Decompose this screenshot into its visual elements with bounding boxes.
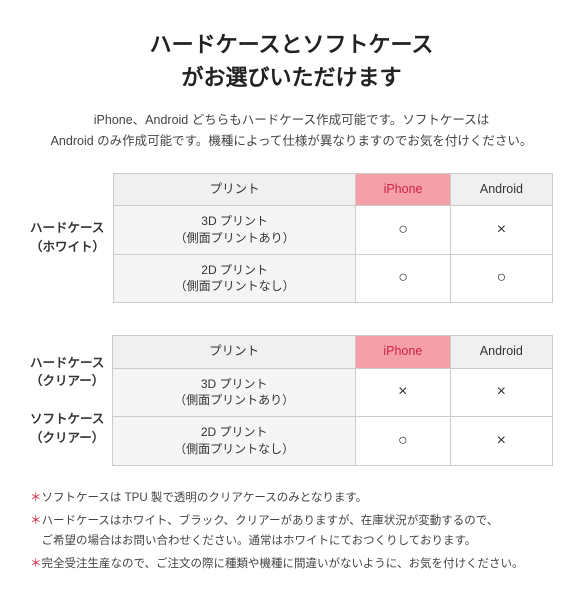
android-val-4: × — [450, 417, 552, 466]
note-3: ＊完全受注生産なので、ご注文の際に種類や機種に間違いがないように、お気を付けくだ… — [30, 554, 553, 575]
table-section-2: ハードケース（クリアー）ソフトケース（クリアー） プリント iPhone And… — [30, 335, 553, 466]
row-header-label-1: ハードケース（ホワイト） — [30, 219, 105, 257]
row-header-1: ハードケース（ホワイト） — [30, 173, 113, 304]
print-type-4: 2D プリント（側面プリントなし） — [113, 417, 356, 466]
android-val-1: × — [450, 206, 552, 255]
col-header-print-2: プリント — [113, 336, 356, 369]
title-line2: がお選びいただけます — [181, 65, 401, 90]
table-row: 3D プリント（側面プリントあり） × × — [113, 368, 553, 417]
android-val-2: ○ — [450, 254, 552, 303]
iphone-val-2: ○ — [356, 254, 451, 303]
iphone-val-3: × — [355, 368, 450, 417]
col-header-print-1: プリント — [114, 173, 356, 206]
print-type-1: 3D プリント（側面プリントあり） — [114, 206, 356, 255]
table-1: プリント iPhone Android 3D プリント（側面プリントあり） ○ … — [113, 173, 553, 304]
col-header-iphone-1: iPhone — [356, 173, 451, 206]
table-row: 2D プリント（側面プリントなし） ○ ○ — [114, 254, 553, 303]
page-title: ハードケースとソフトケース がお選びいただけます — [30, 28, 553, 94]
table-wrapper-2: ハードケース（クリアー）ソフトケース（クリアー） プリント iPhone And… — [30, 335, 553, 466]
note-1: ＊ソフトケースは TPU 製で透明のクリアケースのみとなります。 — [30, 488, 553, 509]
iphone-val-4: ○ — [355, 417, 450, 466]
col-header-iphone-2: iPhone — [355, 336, 450, 369]
print-type-3: 3D プリント（側面プリントあり） — [113, 368, 356, 417]
title-line1: ハードケースとソフトケース — [150, 32, 434, 57]
table-2: プリント iPhone Android 3D プリント（側面プリントあり） × … — [112, 335, 553, 466]
iphone-val-1: ○ — [356, 206, 451, 255]
main-container: ハードケースとソフトケース がお選びいただけます iPhone、Android … — [0, 0, 583, 601]
col-header-android-2: Android — [450, 336, 552, 369]
table-wrapper-1: ハードケース（ホワイト） プリント iPhone Android 3D プリント… — [30, 173, 553, 304]
table-row: 2D プリント（側面プリントなし） ○ × — [113, 417, 553, 466]
table-row: 3D プリント（側面プリントあり） ○ × — [114, 206, 553, 255]
description-text: iPhone、Android どちらもハードケース作成可能です。ソフトケースはA… — [30, 110, 553, 153]
col-header-android-1: Android — [450, 173, 552, 206]
notes-section: ＊ソフトケースは TPU 製で透明のクリアケースのみとなります。 ＊ハードケース… — [30, 488, 553, 575]
table-section-1: ハードケース（ホワイト） プリント iPhone Android 3D プリント… — [30, 173, 553, 304]
row-header-label-2: ハードケース（クリアー）ソフトケース（クリアー） — [30, 354, 104, 448]
print-type-2: 2D プリント（側面プリントなし） — [114, 254, 356, 303]
row-header-2: ハードケース（クリアー）ソフトケース（クリアー） — [30, 335, 112, 466]
android-val-3: × — [450, 368, 552, 417]
note-2: ＊ハードケースはホワイト、ブラック、クリアーがありますが、在庫状況が変動するので… — [30, 511, 553, 552]
